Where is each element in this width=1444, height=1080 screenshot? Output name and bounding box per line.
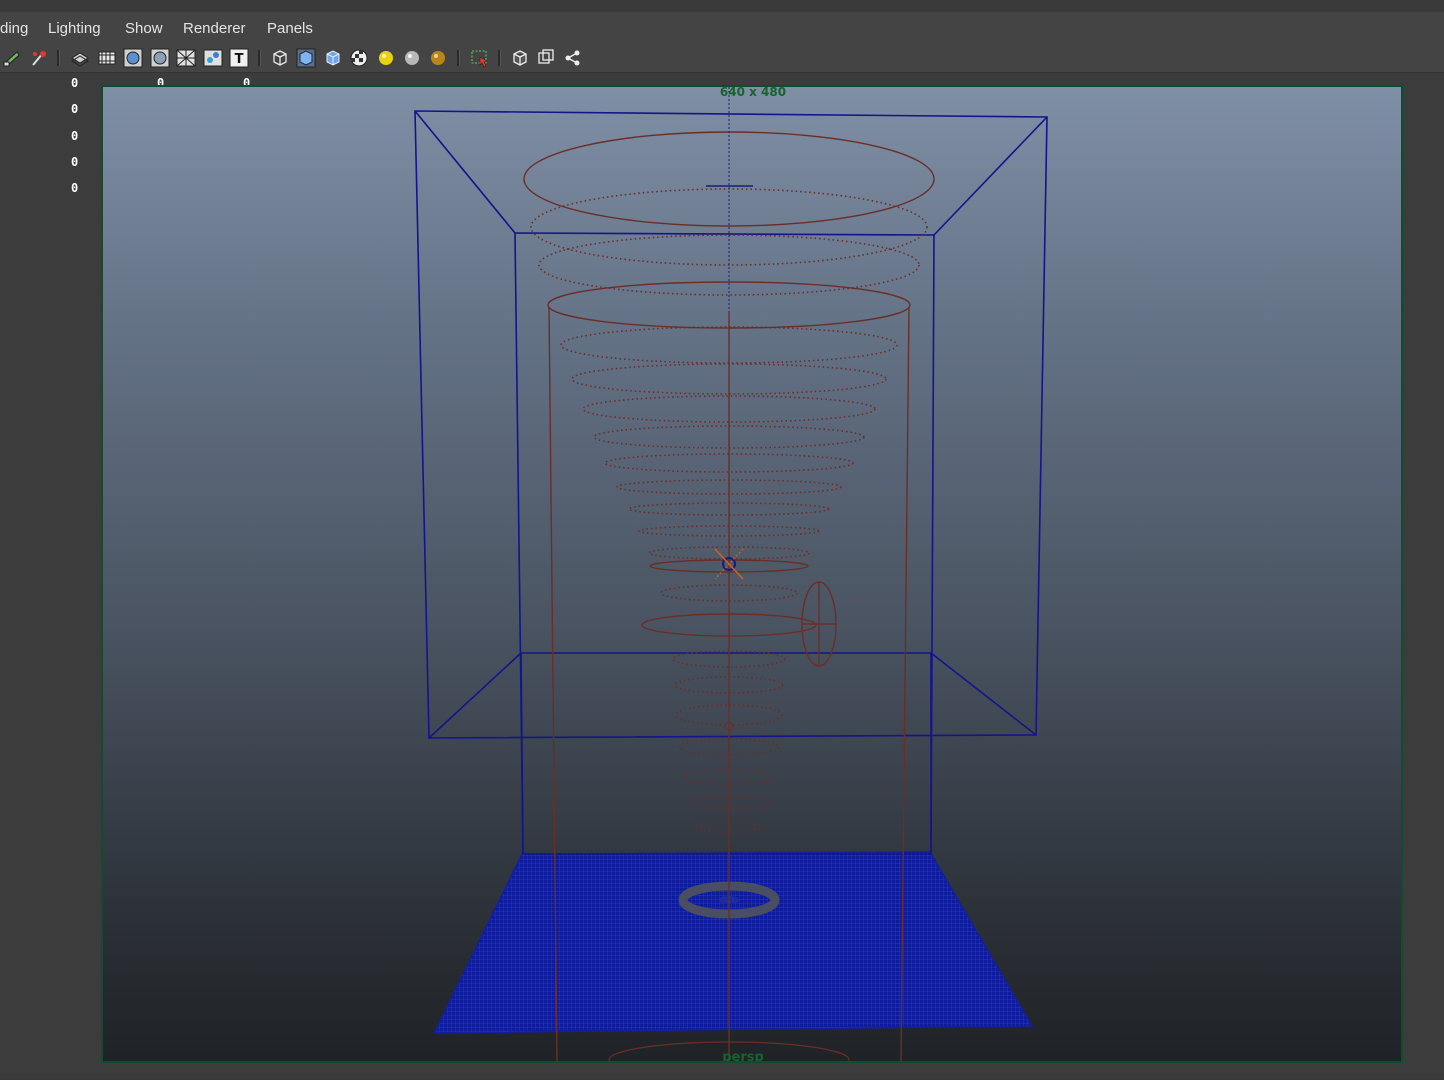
toolbar-separator (498, 50, 501, 66)
toolbar-separator (258, 50, 261, 66)
hud-value: 0 (71, 76, 79, 90)
hud-value: 0 (71, 181, 79, 195)
shadow-icon[interactable] (428, 48, 448, 68)
menu-show[interactable]: Show (125, 20, 163, 37)
fluid-container-box (414, 110, 1048, 855)
shaded-cube-icon[interactable] (296, 48, 316, 68)
graph-icon[interactable] (563, 48, 583, 68)
resolution-gate-label: 640 x 480 (719, 85, 787, 99)
scene-canvas[interactable] (103, 87, 1401, 1061)
frame-icon[interactable] (536, 48, 556, 68)
textured-cube-icon[interactable] (323, 48, 343, 68)
toolbar-separator (57, 50, 60, 66)
smooth-shade-icon[interactable] (150, 48, 170, 68)
select-mask-icon[interactable] (470, 48, 490, 68)
toolbar-separator (457, 50, 460, 66)
grid-icon[interactable] (70, 48, 90, 68)
hud-value: 0 (71, 102, 79, 116)
camera-name-label: persp (722, 1050, 764, 1063)
svg-text:T: T (235, 52, 244, 67)
menu-renderer[interactable]: Renderer (183, 20, 246, 37)
xray-icon[interactable] (176, 48, 196, 68)
wireframe-icon[interactable] (123, 48, 143, 68)
checker-icon[interactable] (349, 48, 369, 68)
panel-menu-bar: ding Lighting Show Renderer Panels (0, 12, 1444, 44)
window-bottom-strip (0, 1073, 1444, 1080)
default-light-icon[interactable] (376, 48, 396, 68)
isolate-select-icon[interactable] (510, 48, 530, 68)
text-icon[interactable]: T (229, 48, 249, 68)
menu-shading[interactable]: ding (0, 20, 28, 37)
perspective-viewport[interactable]: 640 x 480 persp (101, 85, 1403, 1063)
isolate-icon[interactable] (203, 48, 223, 68)
film-gate-icon[interactable] (97, 48, 117, 68)
all-lights-icon[interactable] (402, 48, 422, 68)
hud-value: 0 (71, 155, 79, 169)
wireframe-cube-icon[interactable] (270, 48, 290, 68)
menu-panels[interactable]: Panels (267, 20, 313, 37)
camera-attributes-icon[interactable] (29, 48, 49, 68)
panel-toolbar: T (0, 44, 1444, 73)
menu-lighting[interactable]: Lighting (48, 20, 101, 37)
hud-value: 0 (71, 129, 79, 143)
camera-select-icon[interactable] (2, 48, 22, 68)
ground-plane (432, 851, 1034, 1034)
